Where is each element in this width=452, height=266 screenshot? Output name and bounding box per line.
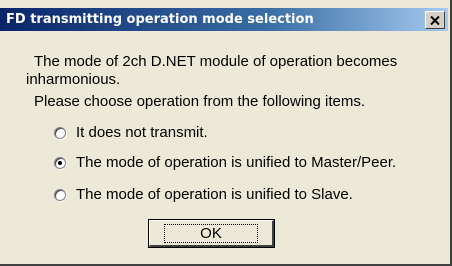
radio-button[interactable]: [54, 188, 66, 201]
message-line-3: Please choose operation from the followi…: [34, 93, 366, 110]
ok-button-label: OK: [164, 223, 258, 243]
radio-button[interactable]: [54, 126, 66, 139]
dialog-window: FD transmitting operation mode selection…: [0, 0, 452, 266]
message-line-2: inharmonious.: [26, 71, 121, 88]
option-label: The mode of operation is unified to Slav…: [76, 186, 353, 203]
message-line-1: The mode of 2ch D.NET module of operatio…: [34, 53, 398, 70]
title-bar[interactable]: FD transmitting operation mode selection: [0, 8, 448, 31]
ok-button[interactable]: OK: [148, 219, 275, 248]
close-button[interactable]: [425, 11, 445, 29]
option-master-peer[interactable]: The mode of operation is unified to Mast…: [54, 154, 396, 171]
radio-selected-dot: [58, 160, 62, 165]
window-title: FD transmitting operation mode selection: [6, 12, 314, 27]
option-label: It does not transmit.: [76, 124, 208, 141]
radio-button-selected[interactable]: [54, 156, 66, 169]
option-no-transmit[interactable]: It does not transmit.: [54, 124, 208, 141]
option-label: The mode of operation is unified to Mast…: [76, 154, 397, 171]
option-slave[interactable]: The mode of operation is unified to Slav…: [54, 186, 353, 203]
close-icon: [430, 15, 440, 25]
